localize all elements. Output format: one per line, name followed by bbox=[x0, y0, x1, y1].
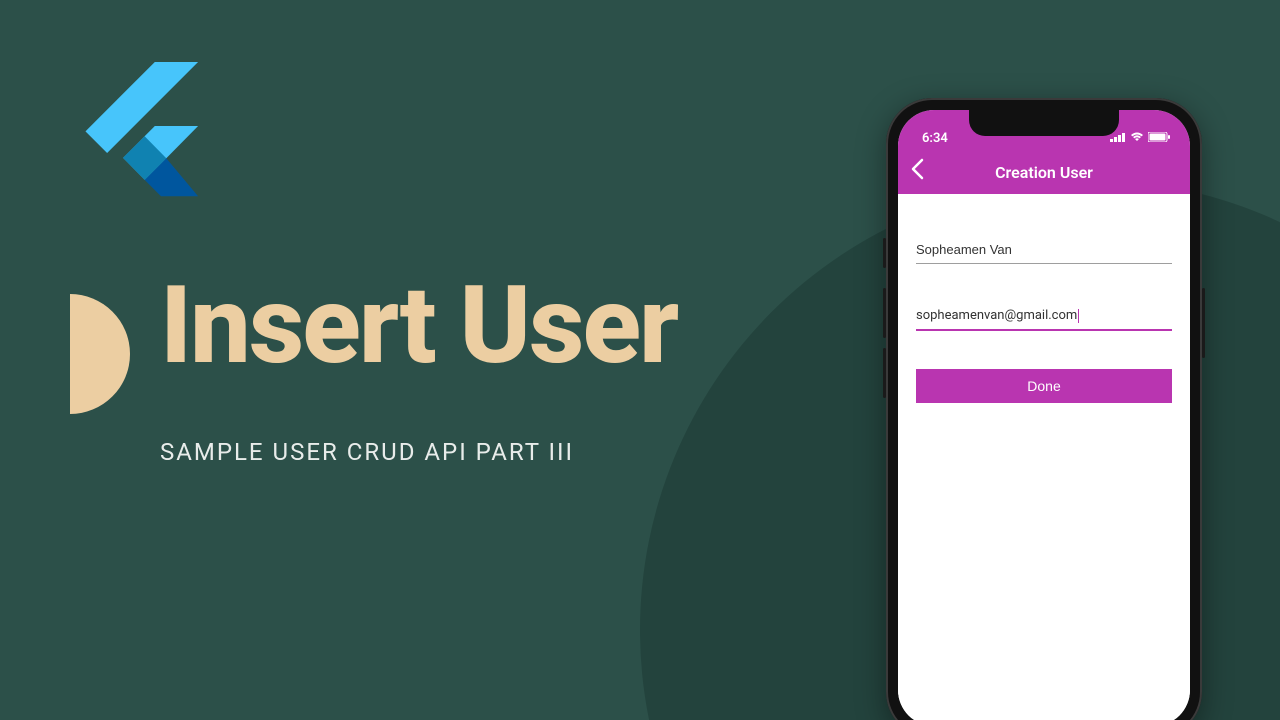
battery-icon bbox=[1148, 131, 1170, 146]
phone-side-button bbox=[883, 238, 886, 268]
done-button[interactable]: Done bbox=[916, 369, 1172, 403]
flutter-logo-icon bbox=[72, 62, 212, 202]
phone-notch bbox=[969, 110, 1119, 136]
email-value: sopheamenvan@gmail.com bbox=[916, 308, 1077, 323]
text-cursor bbox=[1078, 309, 1079, 323]
phone-screen: 6:34 Creation User bbox=[898, 110, 1190, 720]
signal-icon bbox=[1110, 131, 1126, 146]
chevron-left-icon bbox=[910, 158, 924, 180]
app-bar: Creation User bbox=[898, 150, 1190, 194]
status-time: 6:34 bbox=[922, 131, 948, 146]
app-bar-title: Creation User bbox=[995, 163, 1093, 182]
phone-mockup: 6:34 Creation User bbox=[886, 98, 1202, 720]
ornament-half-circle bbox=[70, 294, 130, 414]
email-field[interactable]: sopheamenvan@gmail.com bbox=[916, 302, 1172, 331]
slide-subtitle: SAMPLE USER CRUD API PART III bbox=[160, 438, 574, 466]
phone-side-button bbox=[883, 348, 886, 398]
form-content: sopheamenvan@gmail.com Done bbox=[898, 194, 1190, 720]
name-field[interactable] bbox=[916, 236, 1172, 264]
phone-side-button bbox=[1202, 288, 1205, 358]
phone-side-button bbox=[883, 288, 886, 338]
back-button[interactable] bbox=[910, 158, 924, 186]
slide-title: Insert User bbox=[160, 270, 677, 383]
wifi-icon bbox=[1130, 131, 1144, 146]
